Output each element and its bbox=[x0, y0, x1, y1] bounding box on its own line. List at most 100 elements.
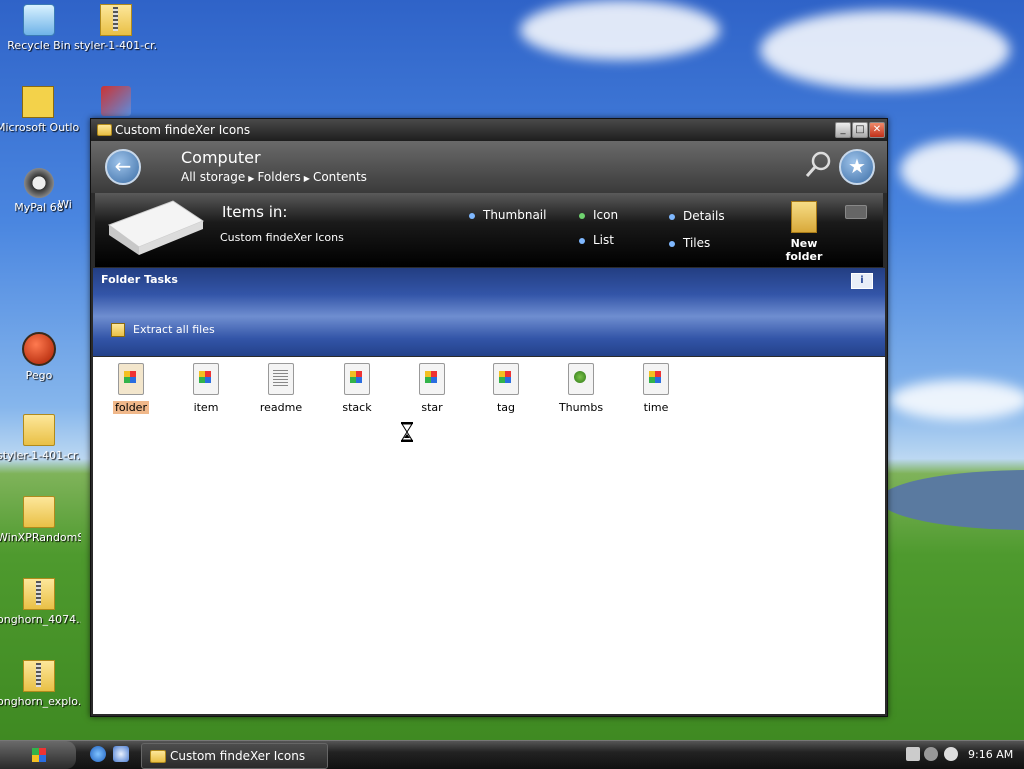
image-file-icon bbox=[344, 363, 370, 395]
items-in-path: Custom findeXer Icons bbox=[220, 231, 344, 244]
outlook-icon bbox=[22, 86, 54, 118]
breadcrumb-separator-icon: ▶ bbox=[248, 174, 255, 183]
view-icon[interactable]: Icon bbox=[579, 208, 618, 222]
network-icon bbox=[101, 86, 131, 116]
bullet-icon bbox=[579, 212, 585, 219]
zip-folder-icon bbox=[100, 4, 132, 36]
collapse-toggle[interactable] bbox=[845, 205, 867, 219]
folder-icon bbox=[23, 414, 55, 446]
search-icon[interactable] bbox=[803, 149, 833, 179]
close-button[interactable]: ✕ bbox=[869, 122, 885, 138]
file-name: tag bbox=[496, 401, 516, 414]
tray-expand-icon[interactable] bbox=[924, 747, 938, 761]
show-desktop-icon[interactable] bbox=[113, 746, 129, 762]
image-file-icon bbox=[193, 363, 219, 395]
folder-tasks-title: Folder Tasks bbox=[101, 273, 178, 286]
image-file-icon bbox=[419, 363, 445, 395]
desktop-icon-winxprandom[interactable]: WinXPRandomS... bbox=[0, 496, 81, 544]
window-title: Custom findeXer Icons bbox=[115, 123, 251, 137]
file-item[interactable]: item bbox=[176, 363, 236, 414]
file-item[interactable]: tag bbox=[476, 363, 536, 414]
file-name: item bbox=[193, 401, 219, 414]
file-name: time bbox=[643, 401, 669, 414]
navigation-header: ← Computer All storage ▶ Folders ▶ Contents … bbox=[91, 141, 887, 193]
view-list[interactable]: List bbox=[579, 233, 614, 247]
file-item[interactable]: star bbox=[402, 363, 462, 414]
pego-icon bbox=[22, 332, 56, 366]
view-tiles[interactable]: Tiles bbox=[669, 236, 710, 250]
view-label: List bbox=[593, 233, 614, 247]
file-item[interactable]: Thumbs bbox=[551, 363, 611, 414]
view-label: Icon bbox=[593, 208, 619, 222]
desktop-icon-label: onghorn_4074... bbox=[0, 613, 81, 626]
desktop-icon-longhorn-explorer[interactable]: onghorn_explo... bbox=[0, 660, 81, 708]
back-arrow-icon: ← bbox=[114, 154, 132, 178]
image-file-icon bbox=[118, 363, 144, 395]
maximize-button[interactable]: □ bbox=[852, 122, 868, 138]
desktop-icon-label: Wi bbox=[58, 198, 72, 211]
system-tray: 9:16 AM bbox=[900, 743, 1024, 767]
bullet-icon bbox=[669, 213, 675, 220]
folder-icon bbox=[97, 124, 112, 136]
favorites-button[interactable]: ★ bbox=[839, 149, 875, 185]
file-name: folder bbox=[113, 401, 149, 414]
title-bar[interactable]: Custom findeXer Icons _ □ ✕ bbox=[91, 119, 887, 141]
hourglass-cursor-icon bbox=[401, 422, 413, 442]
info-icon[interactable]: i bbox=[851, 273, 873, 289]
file-name: readme bbox=[259, 401, 303, 414]
back-button[interactable]: ← bbox=[105, 149, 141, 185]
open-box-icon bbox=[107, 200, 205, 255]
breadcrumb: All storage ▶ Folders ▶ Contents bbox=[181, 170, 367, 184]
file-item[interactable]: stack bbox=[327, 363, 387, 414]
folder-icon bbox=[23, 496, 55, 528]
start-button[interactable] bbox=[0, 741, 76, 769]
file-name: stack bbox=[342, 401, 372, 414]
desktop-icon-styler-folder[interactable]: styler-1-401-cr... bbox=[0, 414, 81, 462]
desktop-icon-styler-zip[interactable]: styler-1-401-cr... bbox=[74, 4, 158, 52]
view-label: Details bbox=[683, 209, 725, 223]
taskbar-window-button[interactable]: Custom findeXer Icons bbox=[141, 743, 328, 769]
view-label: Thumbnail bbox=[483, 208, 547, 222]
desktop-icon-label: Recycle Bin bbox=[7, 39, 71, 52]
file-item[interactable]: readme bbox=[251, 363, 311, 414]
desktop-icon-label: Microsoft Outlook bbox=[0, 121, 80, 134]
desktop-icon-pego[interactable]: Pego bbox=[0, 332, 81, 382]
file-name: star bbox=[421, 401, 443, 414]
view-details[interactable]: Details bbox=[669, 209, 725, 223]
breadcrumb-folders[interactable]: Folders bbox=[257, 170, 300, 184]
location-title: Computer bbox=[181, 148, 261, 167]
desktop-icon-recycle-bin[interactable]: Recycle Bin bbox=[0, 4, 81, 52]
desktop-icon-outlook[interactable]: Microsoft Outlook bbox=[0, 86, 80, 134]
file-item[interactable]: folder bbox=[101, 363, 161, 414]
new-folder-button[interactable]: New folder bbox=[773, 201, 835, 263]
bullet-icon bbox=[669, 240, 675, 247]
extract-label: Extract all files bbox=[133, 323, 215, 336]
breadcrumb-separator-icon: ▶ bbox=[303, 174, 310, 183]
breadcrumb-contents[interactable]: Contents bbox=[313, 170, 367, 184]
new-folder-label: New folder bbox=[785, 237, 823, 263]
desktop-icon-longhorn-4074[interactable]: onghorn_4074... bbox=[0, 578, 81, 626]
internet-explorer-icon[interactable] bbox=[90, 746, 106, 762]
recycle-bin-icon bbox=[23, 4, 55, 36]
keyboard-icon[interactable] bbox=[906, 747, 920, 761]
desktop-icon-label: styler-1-401-cr... bbox=[74, 39, 158, 52]
folder-tasks-pane: Folder Tasks i Extract all files bbox=[93, 268, 885, 356]
image-file-icon bbox=[643, 363, 669, 395]
styler-tray-icon[interactable] bbox=[944, 747, 958, 761]
items-in-label: Items in: bbox=[222, 203, 288, 221]
desktop-icon-label: styler-1-401-cr... bbox=[0, 449, 81, 462]
desktop-icon-network[interactable] bbox=[74, 86, 158, 119]
minimize-button[interactable]: _ bbox=[835, 122, 851, 138]
mypal-icon bbox=[24, 168, 54, 198]
view-thumbnail[interactable]: Thumbnail bbox=[469, 208, 546, 222]
new-folder-icon bbox=[791, 201, 817, 233]
desktop-icon-wi[interactable]: Wi bbox=[40, 198, 90, 211]
extract-all-files-link[interactable]: Extract all files bbox=[111, 323, 215, 337]
clock: 9:16 AM bbox=[968, 748, 1014, 761]
text-file-icon bbox=[268, 363, 294, 395]
image-file-icon bbox=[493, 363, 519, 395]
file-item[interactable]: time bbox=[626, 363, 686, 414]
breadcrumb-all-storage[interactable]: All storage bbox=[181, 170, 245, 184]
zip-icon bbox=[111, 323, 125, 337]
view-bar: Items in: Custom findeXer Icons Thumbnai… bbox=[95, 193, 883, 267]
